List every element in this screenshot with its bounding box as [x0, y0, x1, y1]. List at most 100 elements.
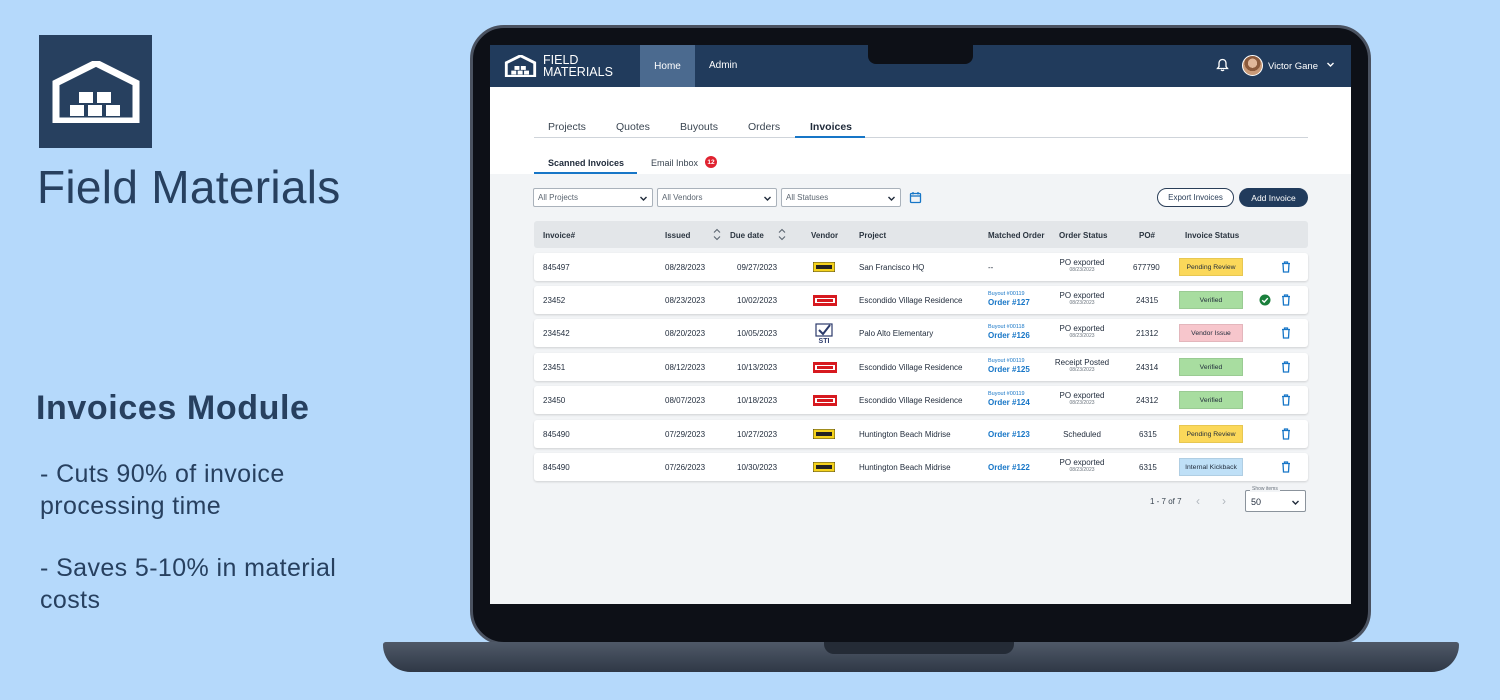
matched-order[interactable]: Buyout #00119 Order #127 [988, 291, 1030, 307]
order-status: PO exported 08/23/2023 [1052, 258, 1112, 273]
invoice-number[interactable]: 23450 [543, 396, 565, 405]
benefit-bullet: - Saves 5-10% in material costs [40, 554, 337, 614]
table-row[interactable]: 23450 08/07/2023 10/18/2023 Escondido Vi… [534, 386, 1308, 414]
trash-icon[interactable] [1281, 428, 1291, 440]
col-invoice: Invoice# [543, 231, 576, 240]
order-link[interactable]: Order #123 [988, 430, 1030, 439]
trash-icon[interactable] [1281, 461, 1291, 473]
invoice-number[interactable]: 23451 [543, 363, 565, 372]
status-badge: Vendor Issue [1179, 324, 1243, 342]
main-tabs: Projects Quotes Buyouts Orders Invoices [534, 121, 1308, 138]
tab-orders[interactable]: Orders [748, 121, 780, 133]
buyout-link[interactable]: Buyout #00118 [988, 324, 1030, 330]
buyout-link[interactable]: Buyout #00119 [988, 291, 1030, 297]
po-number: 6315 [1139, 463, 1157, 472]
table-row[interactable]: 845490 07/29/2023 10/27/2023 Huntington … [534, 420, 1308, 448]
trash-icon[interactable] [1281, 361, 1291, 373]
invoice-number[interactable]: 23452 [543, 296, 565, 305]
chevron-down-icon [764, 196, 771, 201]
table-row[interactable]: 845490 07/26/2023 10/30/2023 Huntington … [534, 453, 1308, 481]
project-name: Escondido Village Residence [859, 296, 963, 305]
table-header: Invoice# Issued Due date Vendor Project … [534, 221, 1308, 248]
matched-order-empty: -- [988, 263, 994, 272]
benefit-bullet: - Cuts 90% of invoice processing time [40, 460, 285, 520]
project-name: Escondido Village Residence [859, 363, 963, 372]
projects-filter[interactable]: All Projects [533, 188, 653, 207]
sort-icon[interactable] [778, 228, 786, 241]
order-link[interactable]: Order #124 [988, 398, 1030, 407]
trash-icon[interactable] [1281, 394, 1291, 406]
app-screen: FIELD MATERIALS Home Admin Victor Gane P… [490, 45, 1351, 604]
project-name: San Francisco HQ [859, 263, 925, 272]
matched-order[interactable]: Buyout #00118 Order #126 [988, 324, 1030, 340]
chevron-left-icon[interactable]: ‹ [1196, 494, 1200, 508]
col-due-date: Due date [730, 231, 764, 240]
table-row[interactable]: 845497 08/28/2023 09/27/2023 San Francis… [534, 253, 1308, 281]
order-link[interactable]: Order #125 [988, 365, 1030, 374]
buyout-link[interactable]: Buyout #00119 [988, 391, 1030, 397]
invoice-number[interactable]: 845497 [543, 263, 570, 272]
trash-icon[interactable] [1281, 261, 1291, 273]
email-count-badge: 12 [705, 156, 717, 168]
chevron-right-icon[interactable]: › [1222, 494, 1226, 508]
order-status: PO exported 08/23/2023 [1052, 391, 1112, 406]
active-subtab-indicator [534, 172, 637, 174]
items-per-page-select[interactable]: 50 [1245, 490, 1306, 512]
chevron-down-icon [1292, 500, 1299, 505]
user-name[interactable]: Victor Gane [1268, 61, 1318, 72]
logo-text-line2: MATERIALS [543, 65, 613, 79]
add-invoice-button[interactable]: Add Invoice [1239, 188, 1308, 207]
calendar-icon[interactable] [909, 191, 922, 204]
col-po: PO# [1139, 231, 1156, 240]
due-date: 10/18/2023 [737, 396, 778, 405]
avatar[interactable] [1242, 55, 1263, 76]
statuses-filter-value: All Statuses [786, 193, 829, 202]
chevron-down-icon [640, 196, 647, 201]
due-date: 10/05/2023 [737, 329, 778, 338]
trash-icon[interactable] [1281, 294, 1291, 306]
order-status-date: 08/23/2023 [1069, 400, 1095, 406]
tab-invoices[interactable]: Invoices [810, 121, 852, 133]
matched-order[interactable]: Buyout #00119 Order #124 [988, 391, 1030, 407]
projects-filter-value: All Projects [538, 193, 579, 202]
statuses-filter[interactable]: All Statuses [781, 188, 901, 207]
project-name: Escondido Village Residence [859, 396, 963, 405]
vendor-logo-stud-co [813, 262, 835, 272]
invoice-number[interactable]: 845490 [543, 430, 570, 439]
col-project: Project [859, 231, 887, 240]
table-row[interactable]: 23451 08/12/2023 10/13/2023 Escondido Vi… [534, 353, 1308, 381]
po-number: 24315 [1136, 296, 1159, 305]
warehouse-icon [52, 60, 139, 123]
invoice-number[interactable]: 845490 [543, 463, 570, 472]
table-row[interactable]: 23452 08/23/2023 10/02/2023 Escondido Vi… [534, 286, 1308, 314]
order-link[interactable]: Order #127 [988, 298, 1030, 307]
order-link[interactable]: Order #126 [988, 331, 1030, 340]
due-date: 10/13/2023 [737, 363, 778, 372]
trash-icon[interactable] [1281, 327, 1291, 339]
check-circle-icon [1259, 294, 1271, 306]
table-row[interactable]: 234542 08/20/2023 10/05/2023 STI Palo Al… [534, 319, 1308, 347]
tab-quotes[interactable]: Quotes [616, 121, 650, 133]
vendors-filter[interactable]: All Vendors [657, 188, 777, 207]
order-link[interactable]: Order #122 [988, 463, 1030, 472]
subtab-scanned-invoices[interactable]: Scanned Invoices [548, 158, 624, 168]
bell-icon[interactable] [1216, 58, 1229, 72]
due-date: 09/27/2023 [737, 263, 778, 272]
tab-buyouts[interactable]: Buyouts [680, 121, 718, 133]
tab-projects[interactable]: Projects [548, 121, 586, 133]
sort-icon[interactable] [713, 228, 721, 241]
matched-order[interactable]: Buyout #00119 Order #125 [988, 358, 1030, 374]
order-status-date: 08/23/2023 [1069, 300, 1095, 306]
export-invoices-button[interactable]: Export Invoices [1157, 188, 1234, 207]
nav-admin[interactable]: Admin [709, 60, 737, 71]
project-name: Huntington Beach Midrise [859, 430, 951, 439]
subtab-email-inbox[interactable]: Email Inbox [651, 158, 698, 168]
buyout-link[interactable]: Buyout #00119 [988, 358, 1030, 364]
svg-text:STI: STI [819, 338, 830, 344]
invoice-number[interactable]: 234542 [543, 329, 570, 338]
chevron-down-icon[interactable] [1326, 60, 1335, 69]
nav-home[interactable]: Home [640, 45, 695, 87]
po-number: 21312 [1136, 329, 1159, 338]
app-logo[interactable]: FIELD MATERIALS [504, 54, 613, 78]
order-status-text: Receipt Posted [1054, 358, 1110, 367]
